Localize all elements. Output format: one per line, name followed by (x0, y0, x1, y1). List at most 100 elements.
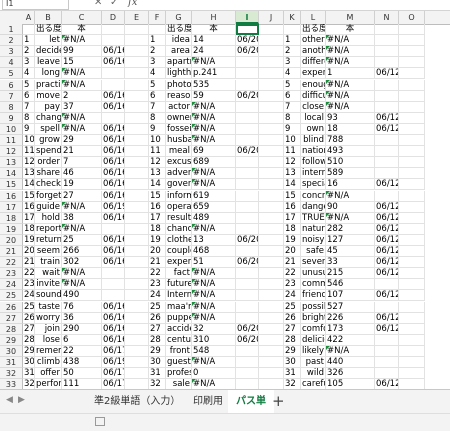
cell[interactable]: offer (35, 368, 62, 380)
cell[interactable] (259, 223, 284, 235)
cell[interactable] (102, 279, 125, 291)
cell[interactable] (125, 101, 149, 113)
cell[interactable]: #N/A (326, 90, 375, 102)
cell[interactable] (125, 35, 149, 47)
cell[interactable]: 4 (23, 68, 35, 80)
cell[interactable]: 27 (284, 323, 301, 335)
row-number[interactable]: 26 (0, 301, 23, 313)
cell[interactable]: fact (166, 268, 192, 280)
cell[interactable]: 6 (62, 334, 102, 346)
cell[interactable]: 3 (149, 57, 166, 69)
cell[interactable]: spell (35, 123, 62, 135)
cell[interactable]: century (166, 334, 192, 346)
cell[interactable] (125, 334, 149, 346)
cell[interactable]: seem (35, 246, 62, 258)
cell[interactable]: 18 (284, 223, 301, 235)
cell[interactable] (259, 268, 284, 280)
cell[interactable]: #N/A (192, 279, 236, 291)
cell[interactable] (125, 357, 149, 369)
cell[interactable]: guest (166, 357, 192, 369)
cell[interactable]: 31 (284, 368, 301, 380)
cell[interactable]: 22 (284, 268, 301, 280)
cell[interactable]: #N/A (192, 357, 236, 369)
cell[interactable] (399, 168, 425, 180)
cell[interactable]: 46 (62, 168, 102, 180)
row-number[interactable]: 14 (0, 168, 23, 180)
cell[interactable]: 215 (326, 268, 375, 280)
cell[interactable]: 出る度A1 (35, 24, 62, 36)
row-number[interactable]: 5 (0, 68, 23, 80)
row-number[interactable]: 9 (0, 112, 23, 124)
row-number[interactable]: 12 (0, 146, 23, 158)
cell[interactable]: 26 (23, 312, 35, 324)
cell[interactable]: 06/12 (375, 268, 399, 280)
row-number[interactable]: 13 (0, 157, 23, 169)
cell[interactable] (236, 268, 259, 280)
tab-input-words[interactable]: 準2級単語（入力） (86, 390, 188, 413)
cell[interactable]: #N/A (192, 112, 236, 124)
cell[interactable]: 7 (149, 101, 166, 113)
cell[interactable] (399, 312, 425, 324)
cell[interactable]: #N/A (326, 35, 375, 47)
cell[interactable]: 619 (192, 190, 236, 202)
cell[interactable]: #N/A (192, 223, 236, 235)
cell[interactable]: comfortable (301, 323, 326, 335)
cell[interactable]: 28 (284, 334, 301, 346)
cell[interactable]: 25 (23, 301, 35, 313)
cell[interactable]: 10 (149, 135, 166, 147)
cell[interactable]: local (301, 112, 326, 124)
cell[interactable]: 310 (192, 334, 236, 346)
cell[interactable]: 06/19 (102, 357, 125, 369)
cell[interactable]: enough (301, 79, 326, 91)
cell[interactable] (125, 246, 149, 258)
cell[interactable]: 25 (62, 234, 102, 246)
cell[interactable]: couple (166, 246, 192, 258)
cell[interactable]: 15 (62, 57, 102, 69)
cell[interactable]: 12 (23, 157, 35, 169)
column-header-j[interactable]: J (259, 11, 284, 24)
cell[interactable]: 30 (284, 357, 301, 369)
cell[interactable] (375, 79, 399, 91)
cell[interactable]: spend (35, 146, 62, 158)
cell[interactable]: 23 (23, 279, 35, 291)
cell[interactable] (125, 157, 149, 169)
cell[interactable] (259, 68, 284, 80)
enter-icon[interactable]: ✓ (110, 0, 118, 8)
cell[interactable] (259, 79, 284, 91)
cell[interactable] (236, 24, 259, 36)
cell[interactable]: 06/16 (102, 334, 125, 346)
cell[interactable] (236, 290, 259, 302)
cell[interactable] (102, 112, 125, 124)
cell[interactable]: 30 (23, 357, 35, 369)
cell[interactable] (236, 246, 259, 258)
cell[interactable]: 14 (23, 179, 35, 191)
cell[interactable]: #N/A (326, 190, 375, 202)
cell[interactable]: 50 (62, 368, 102, 380)
cell[interactable] (259, 24, 284, 36)
cell[interactable] (236, 101, 259, 113)
cell[interactable]: several (301, 257, 326, 269)
cell[interactable]: #N/A (62, 279, 102, 291)
cell[interactable]: clothes (166, 234, 192, 246)
cell[interactable]: 4 (284, 68, 301, 80)
column-header-f[interactable]: F (149, 11, 166, 24)
cell[interactable] (375, 279, 399, 291)
cell[interactable] (375, 157, 399, 169)
cell[interactable]: 17 (23, 212, 35, 224)
cell[interactable]: #N/A (192, 57, 236, 69)
cell[interactable]: 06/20 (236, 257, 259, 269)
cell[interactable]: 59 (192, 90, 236, 102)
cell[interactable]: 10 (284, 135, 301, 147)
cell[interactable] (399, 201, 425, 213)
cell[interactable]: puppet (166, 312, 192, 324)
cell[interactable]: 30 (149, 357, 166, 369)
cell[interactable]: likely (301, 345, 326, 357)
cell[interactable] (375, 168, 399, 180)
cell[interactable]: apartment (166, 57, 192, 69)
cell[interactable]: lighthouse (166, 68, 192, 80)
cell[interactable]: #N/A (192, 101, 236, 113)
cell[interactable]: front (166, 345, 192, 357)
cell[interactable] (375, 190, 399, 202)
cell[interactable] (284, 24, 301, 36)
cell[interactable]: 06/12 (375, 379, 399, 389)
